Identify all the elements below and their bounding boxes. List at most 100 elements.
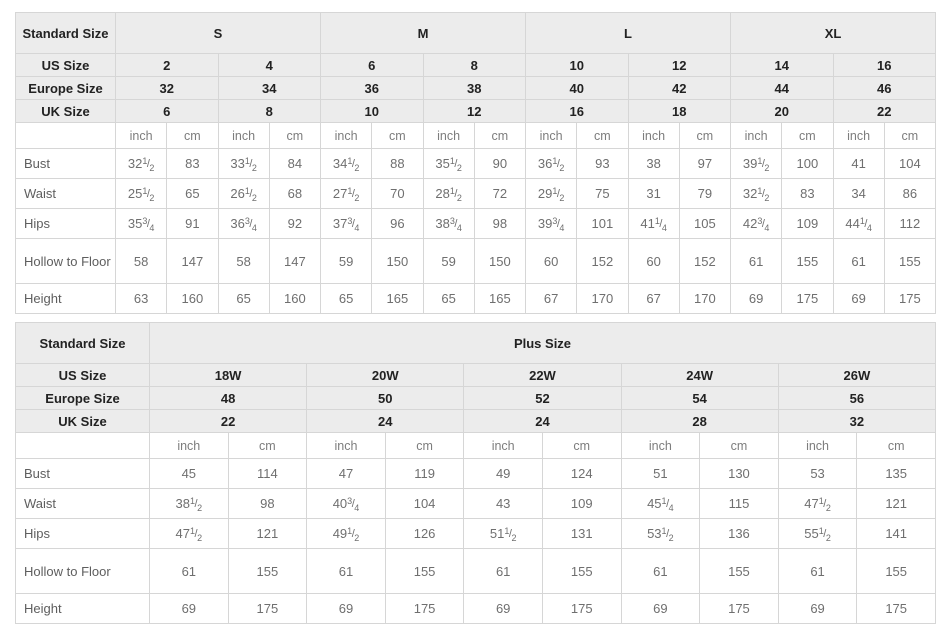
- uk-size-value: 18: [627, 99, 731, 123]
- measure-value: 65: [422, 283, 475, 314]
- measure-value: 147: [268, 238, 322, 284]
- unit-inch: inch: [729, 122, 783, 149]
- measure-value: 126: [384, 518, 465, 549]
- row-label-europe-size: Europe Size: [15, 386, 150, 410]
- measure-value: 38: [627, 148, 680, 179]
- measure-row-hips: Hips 471/2 121 491/2 126 511/2 131 531/2 136 551/…: [15, 518, 936, 549]
- measure-value: 72: [473, 178, 527, 209]
- measure-value: 393/4: [524, 208, 578, 239]
- measure-value: 83: [166, 148, 219, 179]
- size-group-m: M: [320, 12, 526, 54]
- size-group-l: L: [525, 12, 731, 54]
- row-label-hollow-to-floor: Hollow to Floor: [15, 548, 150, 594]
- measure-value: 61: [620, 548, 701, 594]
- unit-cm: cm: [541, 432, 622, 459]
- us-size-value: 2: [115, 53, 219, 77]
- row-label-uk-size: UK Size: [15, 99, 116, 123]
- measure-value: 403/4: [306, 488, 386, 519]
- measure-value: 121: [856, 488, 936, 519]
- measure-value: 58: [217, 238, 270, 284]
- standard-size-table: Standard Size S M L XL US Size 2 4 6 8 10 12 14 16 Eur…: [15, 12, 937, 314]
- uk-size-value: 6: [115, 99, 219, 123]
- measure-value: 531/2: [620, 518, 701, 549]
- measure-value: 61: [306, 548, 386, 594]
- us-size-value: 16: [832, 53, 936, 77]
- measure-value: 373/4: [319, 208, 373, 239]
- measure-value: 59: [422, 238, 475, 284]
- plus-size-table: Standard Size Plus Size US Size 18W 20W 22W 24…: [15, 322, 937, 624]
- measure-value: 112: [883, 208, 937, 239]
- uk-size-value: 8: [217, 99, 321, 123]
- europe-size-value: 50: [306, 386, 465, 410]
- unit-inch: inch: [777, 432, 858, 459]
- measure-value: 115: [699, 488, 779, 519]
- measure-value: 101: [576, 208, 629, 239]
- measure-value: 261/2: [217, 178, 270, 209]
- measure-value: 131: [541, 518, 622, 549]
- row-label-us-size: US Size: [15, 53, 116, 77]
- measure-value: 135: [856, 458, 936, 489]
- us-size-value: 4: [217, 53, 321, 77]
- measure-value: 60: [524, 238, 578, 284]
- row-label-europe-size: Europe Size: [15, 76, 116, 100]
- measure-value: 109: [781, 208, 834, 239]
- measure-row-waist: Waist 381/2 98 403/4 104 43 109 451/4 115 471/2 12…: [15, 488, 936, 519]
- measure-value: 105: [678, 208, 732, 239]
- measure-value: 92: [268, 208, 322, 239]
- uk-size-value: 22: [148, 409, 308, 433]
- us-size-value: 22W: [463, 363, 622, 387]
- measure-value: 63: [114, 283, 168, 314]
- measure-row-hollow-to-floor: Hollow to Floor 61 155 61 155 61 155 61 155 61 155: [15, 548, 936, 594]
- measure-value: 124: [541, 458, 622, 489]
- measure-value: 61: [777, 548, 858, 594]
- uk-size-value: 24: [306, 409, 465, 433]
- measure-value: 391/2: [729, 148, 783, 179]
- measure-value: 175: [384, 593, 465, 624]
- measure-value: 160: [268, 283, 322, 314]
- measure-value: 65: [217, 283, 270, 314]
- measure-value: 65: [166, 178, 219, 209]
- row-label-height: Height: [15, 593, 150, 624]
- europe-size-value: 54: [620, 386, 779, 410]
- measure-value: 170: [678, 283, 732, 314]
- row-label-bust: Bust: [15, 458, 150, 489]
- us-size-value: 14: [730, 53, 834, 77]
- us-size-value: 8: [422, 53, 526, 77]
- measure-value: 155: [227, 548, 308, 594]
- unit-row: inch cm inch cm inch cm inch cm inch cm: [15, 432, 936, 459]
- us-size-value: 26W: [777, 363, 937, 387]
- measure-value: 84: [268, 148, 322, 179]
- measure-value: 160: [166, 283, 219, 314]
- measure-value: 93: [576, 148, 629, 179]
- measure-value: 104: [883, 148, 937, 179]
- unit-cm: cm: [371, 122, 424, 149]
- row-label-us-size: US Size: [15, 363, 150, 387]
- measure-value: 136: [699, 518, 779, 549]
- measure-value: 68: [268, 178, 322, 209]
- measure-value: 121: [227, 518, 308, 549]
- measure-value: 41: [832, 148, 885, 179]
- unit-inch: inch: [114, 122, 168, 149]
- spec-row-us-size: US Size 18W 20W 22W 24W 26W: [15, 363, 937, 387]
- measure-value: 351/2: [422, 148, 475, 179]
- measure-value: 451/4: [620, 488, 701, 519]
- measure-value: 90: [473, 148, 527, 179]
- measure-value: 69: [777, 593, 858, 624]
- measure-value: 353/4: [114, 208, 168, 239]
- us-size-value: 20W: [306, 363, 465, 387]
- unit-inch: inch: [319, 122, 373, 149]
- measure-value: 165: [473, 283, 527, 314]
- measure-value: 83: [781, 178, 834, 209]
- row-label-height: Height: [15, 283, 116, 314]
- measure-value: 98: [227, 488, 308, 519]
- measure-value: 114: [227, 458, 308, 489]
- measure-value: 67: [524, 283, 578, 314]
- uk-size-value: 12: [422, 99, 526, 123]
- unit-cm: cm: [576, 122, 629, 149]
- measure-value: 109: [541, 488, 622, 519]
- unit-cm: cm: [699, 432, 779, 459]
- europe-size-value: 34: [217, 76, 321, 100]
- measure-value: 491/2: [306, 518, 386, 549]
- measure-row-hips: Hips 353/4 91 363/4 92 373/4 96 383/4 98 393/4 101…: [15, 208, 937, 239]
- standard-size-header: Standard Size: [15, 322, 150, 364]
